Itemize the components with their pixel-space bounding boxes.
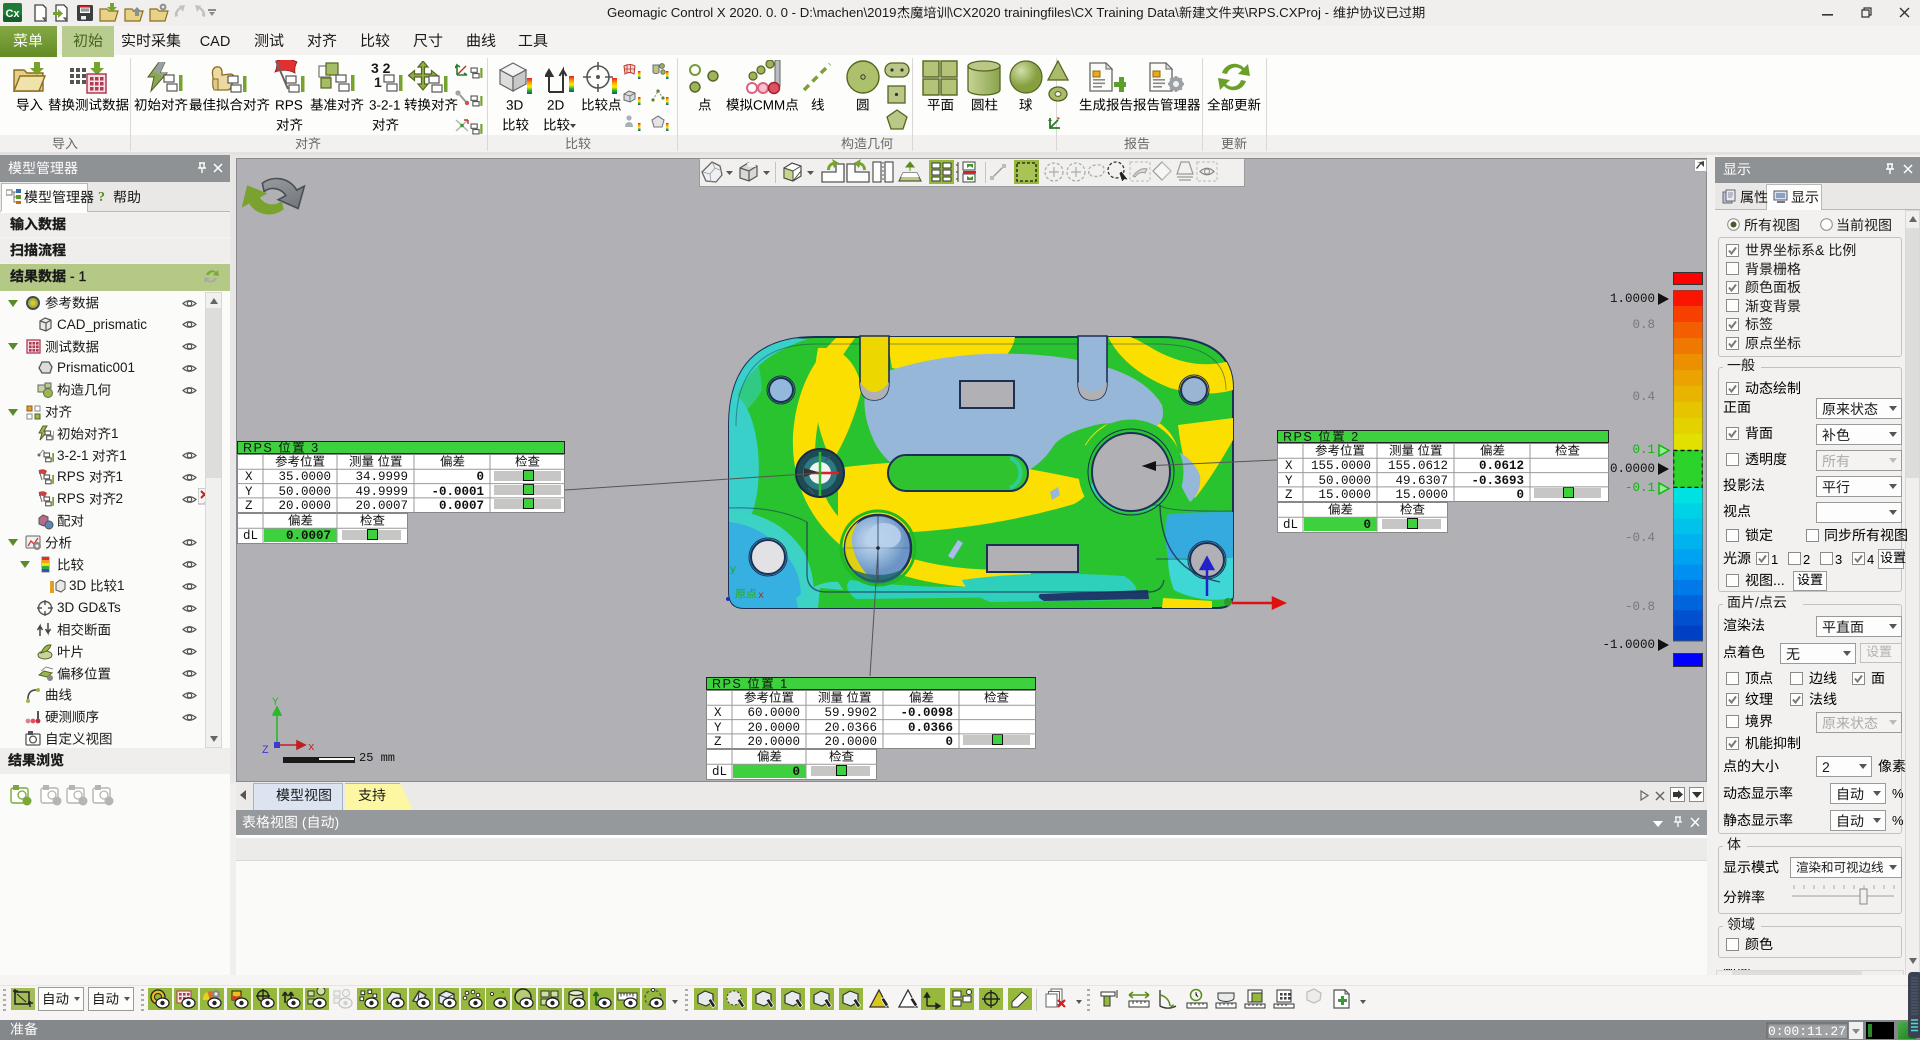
- svg-text:Cx: Cx: [5, 8, 20, 20]
- svg-text:x: x: [308, 742, 315, 754]
- svg-text:Y: Y: [272, 697, 279, 709]
- svg-text:x: x: [758, 591, 764, 602]
- svg-text:?: ?: [98, 190, 105, 204]
- svg-text:Z: Z: [262, 745, 269, 755]
- svg-text:y: y: [730, 565, 736, 576]
